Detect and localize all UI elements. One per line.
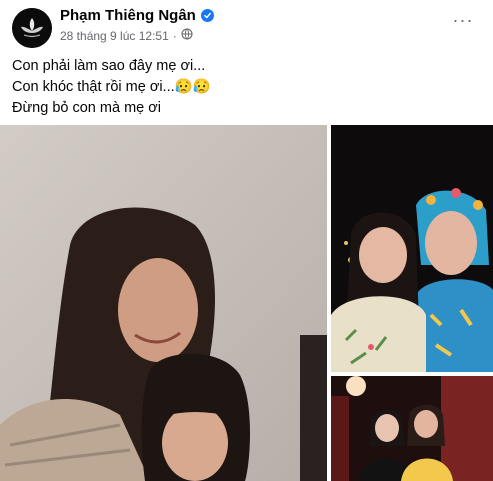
author-name[interactable]: Phạm Thiêng Ngân [60,7,196,24]
post-photo-2[interactable] [331,125,493,372]
post-photo-3[interactable] [331,376,493,481]
author-name-row: Phạm Thiêng Ngân [60,7,214,24]
verified-badge-icon [200,9,214,22]
author-avatar[interactable] [12,8,52,48]
facebook-post: Phạm Thiêng Ngân 28 tháng 9 lúc 12:51 · … [0,0,493,481]
post-timestamp[interactable]: 28 tháng 9 lúc 12:51 [60,29,169,43]
post-text-line: Con khóc thật rồi mẹ ơi...😥😥 [12,79,211,95]
post-text: Con phải làm sao đây mẹ ơi... Con khóc t… [12,56,481,119]
post-photo-1[interactable] [0,125,327,481]
post-text-line: Con phải làm sao đây mẹ ơi... [12,58,206,74]
post-meta: 28 tháng 9 lúc 12:51 · [60,28,193,43]
globe-icon[interactable] [181,28,193,43]
post-text-line: Đừng bỏ con mà mẹ ơi [12,100,161,116]
lotus-logo-icon [12,8,52,48]
more-options-button[interactable]: ··· [451,10,475,30]
meta-separator: · [172,28,177,43]
more-options-icon: ··· [452,9,474,30]
